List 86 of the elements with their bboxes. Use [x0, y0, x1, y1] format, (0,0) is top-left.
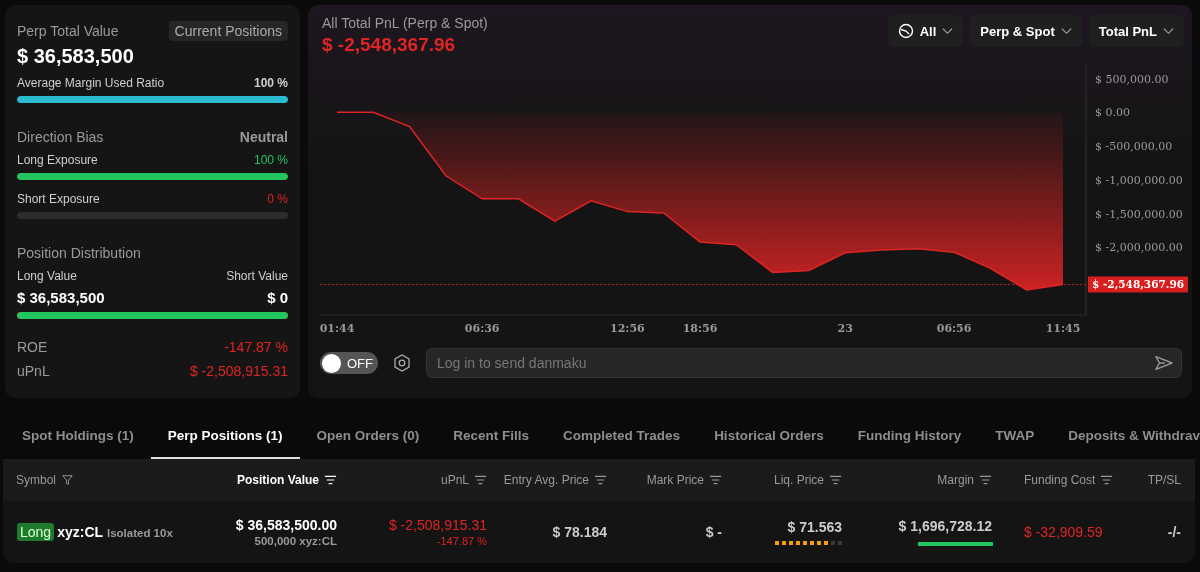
side-tag: Long [17, 523, 55, 541]
metric-label: Long Value [17, 269, 77, 283]
chevron-down-icon [1163, 27, 1174, 35]
y-axis-label: $ -2,000,000.00 [1095, 241, 1183, 255]
ref-line-label: $ -2,548,367.96 [1092, 278, 1185, 291]
tab[interactable]: Open Orders (0) [299, 413, 437, 459]
metric-label: uPnL [17, 363, 50, 379]
sort-icon [474, 474, 487, 486]
tab[interactable]: Spot Holdings (1) [5, 413, 151, 459]
summary-title: Perp Total Value [17, 23, 119, 39]
column-header[interactable]: Margin [848, 473, 998, 487]
metric-label: Short Exposure [17, 192, 100, 206]
current-positions-badge: Current Positions [168, 21, 288, 41]
y-axis-label: $ -1,000,000.00 [1095, 173, 1183, 187]
send-icon[interactable] [1154, 354, 1174, 372]
x-axis-label: 23 [837, 322, 853, 335]
x-axis-label: 06:36 [464, 322, 500, 335]
metric-reading: 100 % [253, 76, 288, 90]
y-axis-label: $ 500,000.00 [1095, 72, 1169, 86]
sort-icon [709, 474, 722, 486]
metric-value: -147.87 % [224, 339, 288, 355]
x-axis-label: 18:56 [682, 322, 718, 335]
liquidation-price: $ 71.563 [787, 519, 842, 535]
y-axis-label: $ 0.00 [1095, 106, 1130, 120]
margin-value: $ 1,696,728.12 [898, 518, 992, 534]
total-value: $ 36,583,500 [17, 45, 135, 68]
filter-dropdown[interactable]: Perp & Spot [970, 15, 1082, 47]
mark-price: $ - [705, 524, 722, 540]
funding-cost: $ -32,909.59 [1024, 524, 1103, 540]
column-header[interactable]: uPnL [343, 473, 493, 487]
metric-label: ROE [17, 339, 48, 355]
y-axis-label: $ -1,500,000.00 [1095, 207, 1183, 221]
filter-dropdown[interactable]: Total PnL [1088, 15, 1184, 47]
price-tag: $ -2,548,367.96 [1088, 276, 1188, 293]
position-value: $ 36,583,500.00 [235, 517, 337, 533]
position-size: 500,000 xyz:CL [254, 535, 337, 547]
metric-label: Long Exposure [17, 153, 98, 167]
tab[interactable]: Funding History [840, 413, 979, 459]
tab[interactable]: Historical Orders [697, 413, 841, 459]
symbol-text: xyz:CL [57, 524, 104, 540]
y-axis-label: $ -500,000.00 [1095, 140, 1173, 154]
sort-icon [1100, 474, 1114, 486]
sort-icon [979, 474, 992, 486]
metric-reading: 100 % [253, 153, 288, 167]
tab[interactable]: TWAP [978, 413, 1052, 459]
entry-price: $ 78.184 [552, 524, 607, 540]
settings-icon[interactable] [392, 353, 412, 373]
metric-reading: 0 % [267, 192, 288, 206]
filter-dropdown[interactable]: All [887, 15, 964, 47]
section-title: Position Distribution [17, 245, 141, 261]
column-header[interactable]: Position Value [133, 473, 343, 487]
chart-title: All Total PnL (Perp & Spot) [322, 15, 488, 31]
long-value: $ 36,583,500 [17, 289, 105, 306]
short-value: $ 0 [267, 289, 288, 306]
metric-label: Average Margin Used Ratio [17, 76, 165, 90]
tab[interactable]: Recent Fills [436, 413, 547, 459]
x-axis-label: 12:56 [610, 322, 645, 335]
tpsl-value: -/- [1167, 524, 1181, 540]
direction-value: Neutral [239, 129, 288, 145]
column-header[interactable]: Funding Cost [998, 473, 1123, 487]
sort-icon [594, 474, 607, 486]
column-header[interactable]: Mark Price [613, 473, 728, 487]
column-header[interactable]: TP/SL [1123, 473, 1195, 487]
column-header[interactable]: Liq. Price [728, 473, 848, 487]
section-title: Direction Bias [17, 129, 104, 145]
chevron-down-icon [942, 27, 954, 35]
chevron-down-icon [1060, 27, 1072, 35]
tab[interactable]: Completed Trades [546, 413, 698, 459]
x-axis-label: 11:45 [1045, 322, 1081, 335]
clock-icon [897, 23, 914, 39]
margin-mode-text: Isolated 10x [106, 527, 173, 539]
tab[interactable]: Deposits & Withdrav [1051, 413, 1200, 459]
upnl-value: $ -2,508,915.31 [388, 517, 487, 533]
upnl-percent: -147.87 % [436, 535, 487, 547]
column-header[interactable]: Symbol [3, 473, 133, 487]
sort-icon [324, 474, 337, 486]
sort-icon [829, 474, 842, 486]
metric-value: $ -2,508,915.31 [189, 363, 288, 379]
x-axis-label: 01:44 [319, 322, 355, 335]
metric-label: Short Value [226, 269, 288, 283]
total-pnl-value: $ -2,548,367.96 [322, 34, 457, 56]
danmaku-input[interactable]: Log in to send danmaku [426, 348, 1182, 378]
danmaku-toggle[interactable]: OFF [320, 352, 378, 374]
x-axis-label: 06:56 [936, 322, 972, 335]
column-header[interactable]: Entry Avg. Price [493, 473, 613, 487]
filter-icon [61, 474, 74, 486]
